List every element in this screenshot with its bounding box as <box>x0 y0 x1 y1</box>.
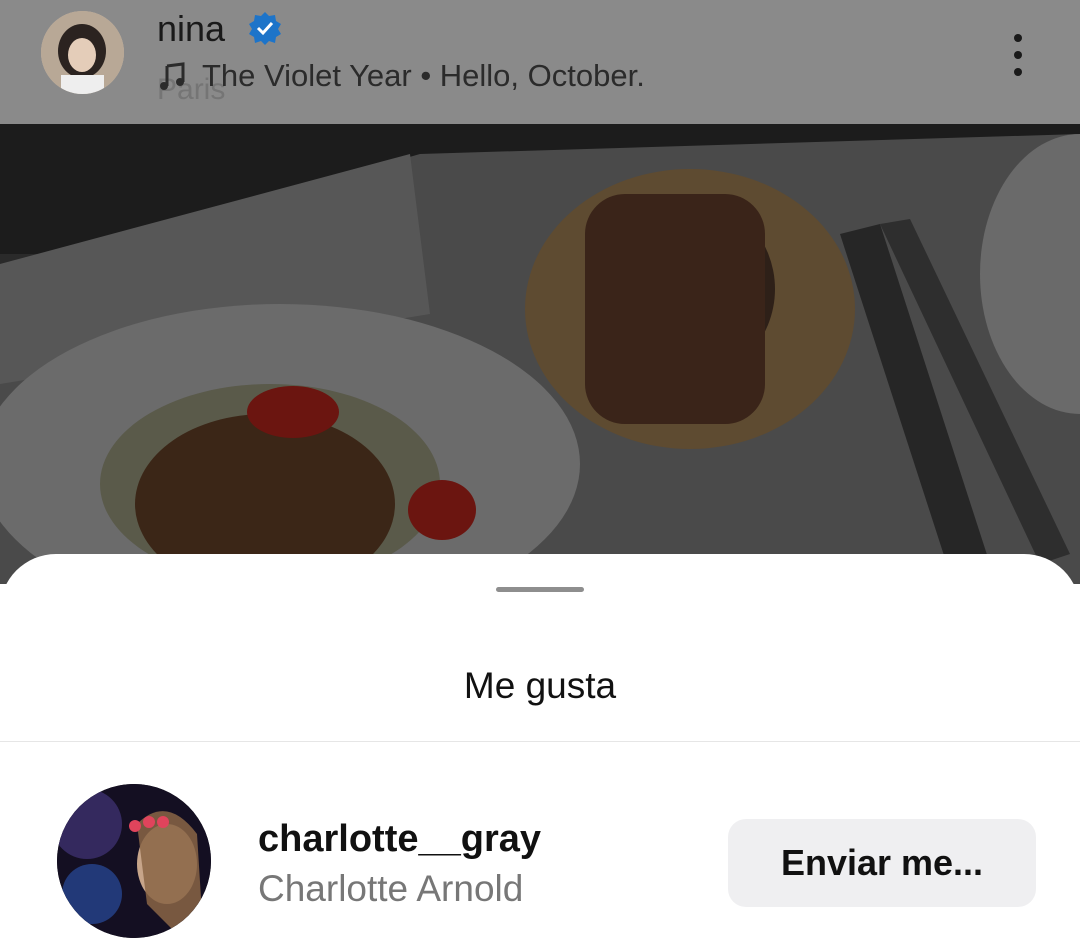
like-full-name: Charlotte Arnold <box>258 868 524 909</box>
list-item[interactable]: charlotte__gray Charlotte Arnold Enviar … <box>0 784 1080 940</box>
divider <box>0 741 1080 742</box>
likes-sheet: Me gusta charlotte__gray Charlotte Arnol… <box>0 554 1080 946</box>
post-photo <box>0 124 1080 584</box>
send-message-button[interactable]: Enviar me... <box>728 819 1036 907</box>
profile-avatar[interactable] <box>41 11 124 94</box>
music-note-icon <box>160 62 185 90</box>
verified-badge-icon <box>249 12 281 45</box>
post-music-info[interactable]: The Violet Year • Hello, October. <box>202 58 645 94</box>
post-username[interactable]: nina <box>157 8 225 50</box>
avatar[interactable] <box>57 784 211 938</box>
sheet-title: Me gusta <box>463 665 617 706</box>
like-username[interactable]: charlotte__gray <box>258 818 541 861</box>
sheet-drag-handle[interactable] <box>496 587 584 592</box>
post-header: nina Paris The Violet Year • Hello, Octo… <box>0 0 1080 124</box>
more-vertical-icon[interactable] <box>1000 30 1036 80</box>
